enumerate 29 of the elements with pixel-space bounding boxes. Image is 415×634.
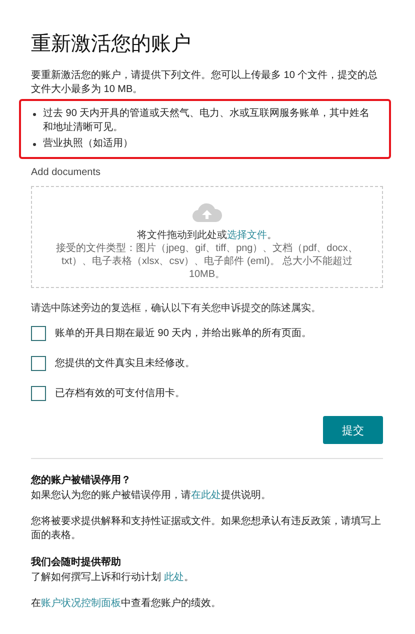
submit-button[interactable]: 提交 bbox=[323, 416, 383, 444]
section-heading: 我们会随时提供帮助 bbox=[31, 556, 122, 569]
section-heading: 您的账户被错误停用？ bbox=[31, 473, 132, 487]
paragraph: 您将被要求提供解释和支持性证据或文件。如果您想承认有违反政策，请填写上面的表格。 bbox=[31, 515, 382, 543]
checkbox-label: 您提供的文件真实且未经修改。 bbox=[55, 356, 195, 370]
checkbox[interactable] bbox=[31, 326, 46, 341]
paragraph: 在账户状况控制面板中查看您账户的绩效。 bbox=[31, 597, 222, 611]
paragraph: 了解如何撰写上诉和行动计划 此处。 bbox=[31, 571, 195, 585]
requirement-text: 过去 90 天内开具的管道或天然气、电力、水或互联网服务账单，其中姓名和地址清晰可见。 bbox=[43, 107, 371, 135]
checkbox-label: 账单的开具日期在最近 90 天内，并给出账单的所有页面。 bbox=[55, 326, 312, 340]
page-title: 重新激活您的账户 bbox=[31, 32, 192, 57]
checkbox[interactable] bbox=[31, 356, 46, 371]
drop-zone[interactable]: 将文件拖动到此处或选择文件。 接受的文件类型：图片（jpeg、gif、tiff、png）、文档（pdf、docx、txt）、电子表格（xlsx、csv）、电子邮件 (eml)。 总大小不能超过 10MB。 bbox=[31, 186, 383, 288]
drop-prompt: 将文件拖动到此处或选择文件。 bbox=[137, 228, 277, 242]
link[interactable]: 在此处 bbox=[191, 490, 221, 501]
cloud-upload-icon bbox=[192, 202, 222, 222]
link[interactable]: 此处 bbox=[164, 572, 184, 583]
link[interactable]: 账户状况控制面板 bbox=[41, 598, 121, 609]
choose-file-link[interactable]: 选择文件 bbox=[227, 230, 267, 241]
bullet-icon bbox=[33, 113, 36, 116]
intro-text: 要重新激活您的账户，请提供下列文件。您可以上传最多 10 个文件，提交的总文件大小最多为 10 MB。 bbox=[31, 69, 379, 97]
accepted-types-text: 接受的文件类型：图片（jpeg、gif、tiff、png）、文档（pdf、docx、txt）、电子表格（xlsx、csv）、电子邮件 (eml)。 总大小不能超过 10MB。 bbox=[55, 242, 359, 281]
requirement-text: 营业执照（如适用） bbox=[43, 137, 133, 151]
confirm-text: 请选中陈述旁边的复选框，确认以下有关您申诉提交的陈述属实。 bbox=[31, 302, 322, 316]
paragraph: 如果您认为您的账户被错误停用，请在此处提供说明。 bbox=[31, 489, 272, 503]
checkbox[interactable] bbox=[31, 386, 46, 401]
checkbox-label: 已存档有效的可支付信用卡。 bbox=[55, 386, 185, 400]
upload-label: Add documents bbox=[31, 167, 102, 178]
bullet-icon bbox=[33, 143, 36, 146]
